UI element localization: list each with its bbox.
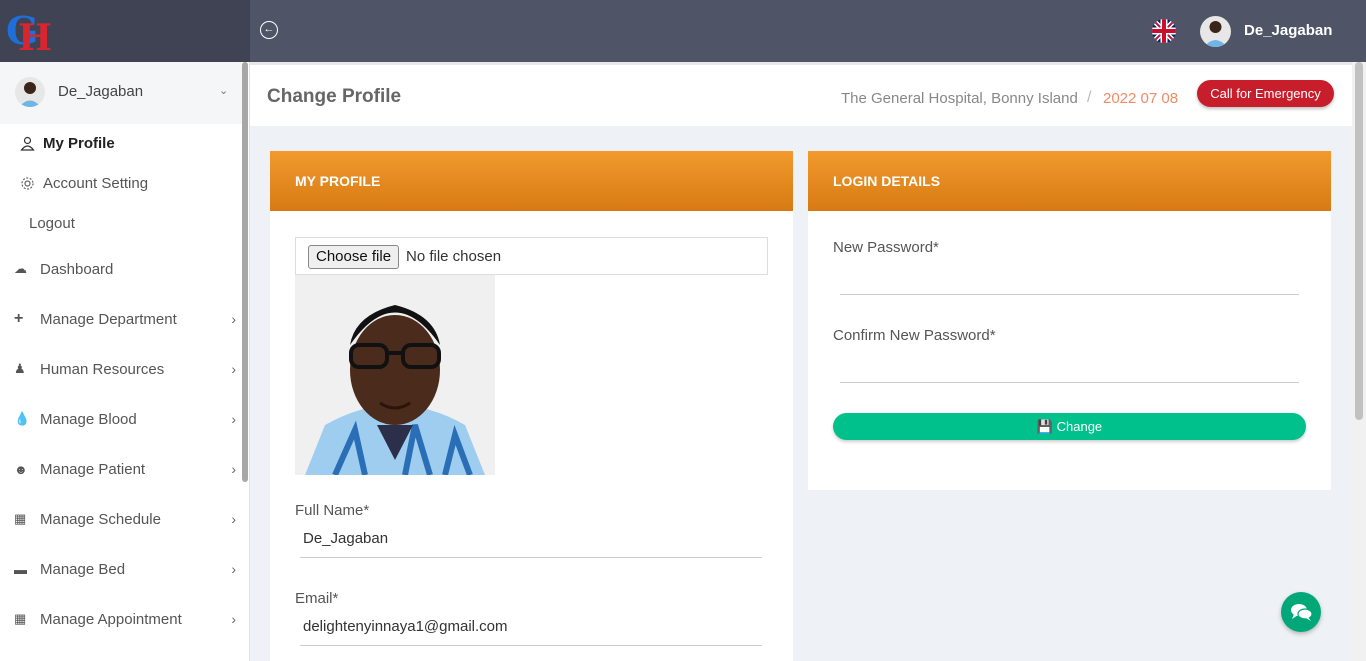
change-label: Change [1056, 419, 1103, 434]
gear-icon [21, 177, 34, 190]
plus-icon: + [14, 310, 24, 327]
sidebar-item-logout[interactable]: Logout [29, 215, 75, 232]
svg-text:H: H [18, 17, 52, 54]
sidebar-item-manage-blood[interactable]: 💧 Manage Blood › [14, 404, 240, 434]
chat-icon [1291, 604, 1313, 621]
floppy-disk-icon: 💾 [1036, 419, 1053, 434]
sidebar-item-manage-department[interactable]: + Manage Department › [14, 304, 240, 334]
sidebar-item-label: Manage Appointment [40, 610, 182, 628]
sidebar-item-my-profile[interactable]: My Profile [20, 135, 115, 152]
sidebar-scrollbar[interactable] [242, 62, 248, 482]
sidebar-item-human-resources[interactable]: ♟ Human Resources › [14, 354, 240, 384]
full-name-field[interactable]: De_Jagaban [303, 530, 388, 547]
sidebar-item-manage-bed[interactable]: ▬ Manage Bed › [14, 554, 240, 584]
sidebar-item-dashboard[interactable]: ☁ Dashboard [14, 254, 240, 284]
card-title: LOGIN DETAILS [833, 173, 941, 189]
sidebar-item-label: Dashboard [40, 260, 114, 278]
chat-button[interactable] [1281, 592, 1321, 632]
brand-area: G H [0, 0, 250, 62]
page-title: Change Profile [267, 86, 402, 107]
sidebar-item-manage-patient[interactable]: ☻ Manage Patient › [14, 454, 240, 484]
sidebar-item-account-setting[interactable]: Account Setting [20, 175, 148, 192]
profile-photo [295, 275, 495, 475]
my-profile-card: MY PROFILE Choose file No file chosen Fu… [270, 151, 793, 661]
choose-file-button[interactable]: Choose file [308, 245, 400, 269]
sidebar-item-manage-schedule[interactable]: ▦ Manage Schedule › [14, 504, 240, 534]
sidebar-item-label: Human Resources [40, 360, 165, 378]
sidebar-item-label: Manage Department [40, 310, 177, 328]
email-field[interactable]: delightenyinnaya1@gmail.com [303, 618, 508, 635]
confirm-password-label: Confirm New Password* [833, 327, 996, 344]
sidebar-item-manage-appointment[interactable]: ▦ Manage Appointment › [14, 604, 240, 634]
sidebar-item-label: Manage Patient [40, 460, 146, 478]
chevron-right-icon: › [231, 611, 236, 627]
card-title: MY PROFILE [295, 173, 381, 189]
full-name-label: Full Name* [295, 502, 370, 519]
page-header: Change Profile The General Hospital, Bon… [250, 62, 1352, 126]
speedometer-icon: ☁ [14, 261, 27, 276]
breadcrumb-date: 2022 07 08 [1103, 90, 1179, 107]
top-username[interactable]: De_Jagaban [1244, 22, 1332, 39]
blood-drop-icon: 💧 [14, 411, 31, 426]
top-navbar: G H ← De_Jagaban [0, 0, 1366, 62]
breadcrumb-hospital[interactable]: The General Hospital, Bonny Island [841, 90, 1078, 107]
calendar-icon: ▦ [14, 511, 27, 526]
confirm-password-input[interactable] [840, 359, 1299, 383]
sidebar-username: De_Jagaban [58, 83, 144, 100]
chevron-right-icon: › [231, 311, 236, 327]
chevron-right-icon: › [231, 461, 236, 477]
sidebar-avatar [15, 77, 45, 107]
page-scrollbar-thumb[interactable] [1355, 62, 1363, 420]
sidebar-user-panel[interactable]: De_Jagaban ⌄ [0, 62, 242, 124]
sidebar-item-label: Manage Schedule [40, 510, 161, 528]
page-scrollbar[interactable] [1352, 62, 1366, 661]
sidebar-item-label: Logout [29, 215, 75, 232]
sidebar-item-label: Account Setting [43, 175, 149, 192]
users-icon: ☻ [14, 461, 28, 477]
hospital-logo[interactable]: G H [4, 6, 58, 54]
new-password-label: New Password* [833, 239, 939, 256]
uk-flag-icon[interactable] [1152, 19, 1176, 43]
sidebar-toggle-icon[interactable]: ← [260, 21, 278, 39]
chevron-right-icon: › [231, 561, 236, 577]
sidebar: De_Jagaban ⌄ My Profile Account Setting … [0, 62, 250, 661]
change-password-button[interactable]: 💾 Change [833, 413, 1306, 440]
user-doctor-icon: ♟ [14, 361, 26, 376]
email-underline [300, 645, 762, 646]
emergency-button[interactable]: Call for Emergency [1197, 80, 1334, 107]
chevron-down-icon[interactable]: ⌄ [219, 84, 228, 97]
sidebar-item-label: Manage Blood [40, 410, 137, 428]
chevron-right-icon: › [231, 511, 236, 527]
card-header: LOGIN DETAILS [808, 151, 1331, 211]
new-password-input[interactable] [840, 271, 1299, 295]
calendar-icon: ▦ [14, 611, 27, 626]
sidebar-item-label: Manage Bed [40, 560, 126, 578]
full-name-underline [300, 557, 762, 558]
bed-icon: ▬ [14, 561, 27, 577]
chevron-right-icon: › [231, 361, 236, 377]
chevron-right-icon: › [231, 411, 236, 427]
user-icon [20, 136, 35, 151]
card-header: MY PROFILE [270, 151, 793, 211]
breadcrumb-separator: / [1087, 89, 1092, 106]
file-input[interactable]: Choose file No file chosen [295, 237, 768, 275]
sidebar-item-label: My Profile [43, 135, 115, 152]
email-label: Email* [295, 590, 339, 607]
user-avatar[interactable] [1200, 16, 1231, 47]
login-details-card: LOGIN DETAILS New Password* Confirm New … [808, 151, 1331, 490]
file-status: No file chosen [406, 248, 502, 265]
